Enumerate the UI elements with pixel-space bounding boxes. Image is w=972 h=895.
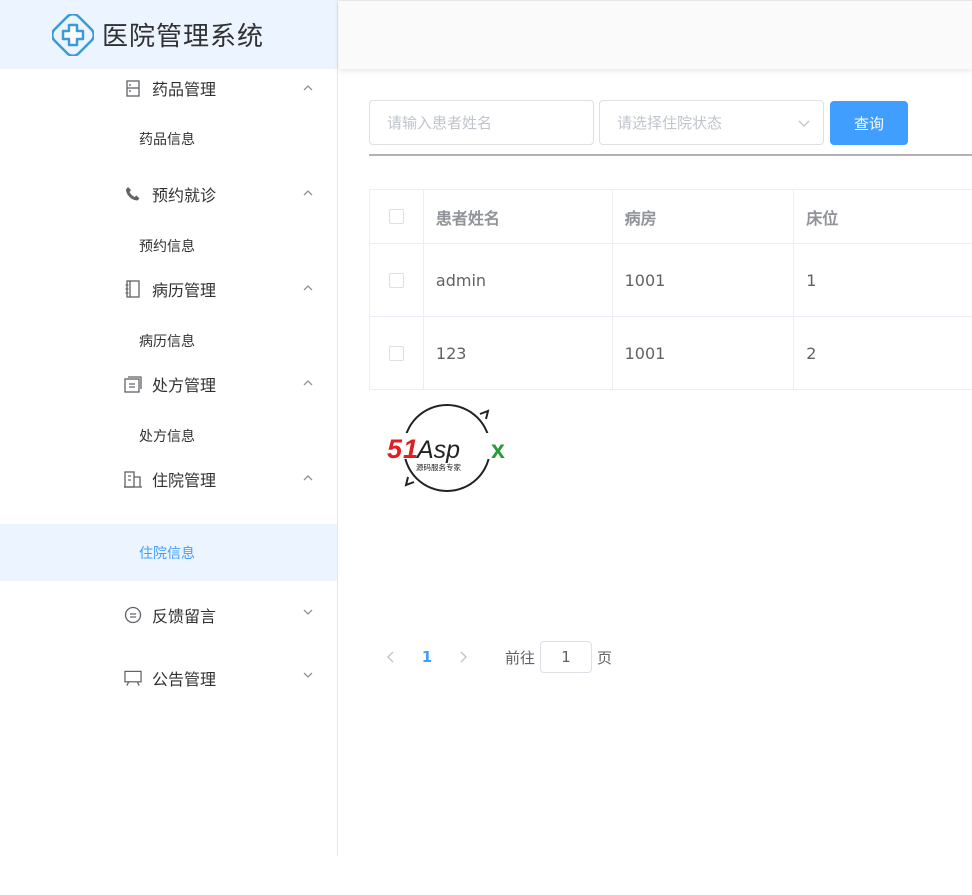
chevron-down-icon	[303, 609, 313, 615]
menu-announcement[interactable]: 公告管理	[0, 658, 337, 698]
svg-text:源码服务专家: 源码服务专家	[416, 462, 461, 472]
medical-cross-icon	[52, 13, 94, 56]
table-row[interactable]: admin 1001 1	[370, 244, 972, 317]
prev-page-button[interactable]	[377, 641, 405, 673]
select-placeholder: 请选择住院状态	[617, 114, 723, 132]
cell-ward: 1001	[613, 317, 795, 389]
menu-drug-management[interactable]: 药品管理	[0, 69, 337, 107]
cell-bed: 2	[806, 343, 817, 363]
chevron-up-icon	[303, 85, 313, 91]
column-header-ward[interactable]: 病房	[613, 190, 795, 243]
menu-label: 公告管理	[152, 670, 217, 689]
menu-prescription[interactable]: 处方管理	[0, 364, 337, 404]
notebook-icon	[124, 280, 142, 298]
chevron-up-icon	[303, 190, 313, 196]
menu-label: 处方管理	[152, 376, 217, 395]
page-number-active[interactable]: 1	[405, 648, 449, 666]
sidebar: 医院管理系统 药品管理 药品信息 预约就诊 预约信息 病历管理 病历信息 处方管…	[0, 0, 338, 856]
menu-label: 反馈留言	[152, 607, 217, 626]
cell-patient-name: 123	[424, 317, 613, 389]
cell-patient-name: admin	[424, 244, 613, 316]
column-header-bed[interactable]: 床位	[794, 190, 972, 243]
header-checkbox-cell	[370, 190, 424, 243]
chevron-up-icon	[303, 380, 313, 386]
watermark-logo: 5 1 Asp x 源码服务专家	[387, 404, 513, 492]
column-header-patient-name[interactable]: 患者姓名	[424, 190, 613, 243]
top-header	[339, 0, 972, 69]
table-row[interactable]: 123 1001 2	[370, 317, 972, 390]
menu-label: 病历管理	[152, 281, 217, 300]
cell-bed: 1	[806, 270, 817, 290]
menu-feedback[interactable]: 反馈留言	[0, 595, 337, 635]
goto-page-input[interactable]	[540, 641, 593, 673]
pagination: 1 前往 页	[377, 641, 612, 673]
svg-text:5: 5	[387, 434, 403, 464]
table-header-row: 患者姓名 病房 床位	[370, 190, 972, 244]
menu-appointment[interactable]: 预约就诊	[0, 174, 337, 214]
board-icon	[124, 669, 142, 687]
chevron-up-icon	[303, 285, 313, 291]
menu-label: 预约就诊	[152, 186, 217, 205]
chat-icon	[124, 606, 142, 624]
goto-label: 前往	[505, 648, 536, 667]
menu-hospitalization[interactable]: 住院管理	[0, 459, 337, 499]
chevron-left-icon	[387, 651, 394, 663]
row-checkbox[interactable]	[388, 345, 404, 361]
cabinet-icon	[124, 79, 142, 97]
document-icon	[124, 375, 142, 393]
patient-name-search-input[interactable]	[369, 100, 594, 145]
hospitalization-table: 患者姓名 病房 床位 admin 1001 1 123 1001 2	[369, 189, 972, 390]
app-title: 医院管理系统	[102, 22, 265, 52]
menu-medical-records[interactable]: 病历管理	[0, 269, 337, 309]
chevron-up-icon	[303, 475, 313, 481]
svg-text:Asp: Asp	[415, 436, 460, 464]
chevron-right-icon	[460, 651, 467, 663]
select-all-checkbox[interactable]	[388, 209, 404, 224]
logo-bar: 医院管理系统	[0, 0, 337, 69]
hospitalization-status-select[interactable]: 请选择住院状态	[599, 100, 824, 145]
row-checkbox-cell	[370, 317, 424, 389]
cell-ward: 1001	[613, 244, 795, 316]
svg-text:1: 1	[403, 434, 418, 464]
menu-label: 住院管理	[152, 471, 217, 490]
row-checkbox[interactable]	[388, 272, 404, 288]
phone-icon	[124, 185, 142, 203]
divider	[369, 154, 972, 156]
row-checkbox-cell	[370, 244, 424, 316]
svg-text:x: x	[491, 436, 505, 464]
chevron-down-icon	[798, 120, 810, 127]
submenu-hospitalization-info[interactable]: 住院信息	[0, 524, 337, 581]
menu-label: 药品管理	[152, 80, 217, 99]
chevron-down-icon	[303, 672, 313, 678]
page-suffix-label: 页	[597, 648, 613, 667]
building-icon	[124, 470, 142, 488]
submenu-drug-info[interactable]: 药品信息	[0, 107, 337, 174]
query-button[interactable]: 查询	[830, 101, 908, 145]
next-page-button[interactable]	[449, 641, 477, 673]
